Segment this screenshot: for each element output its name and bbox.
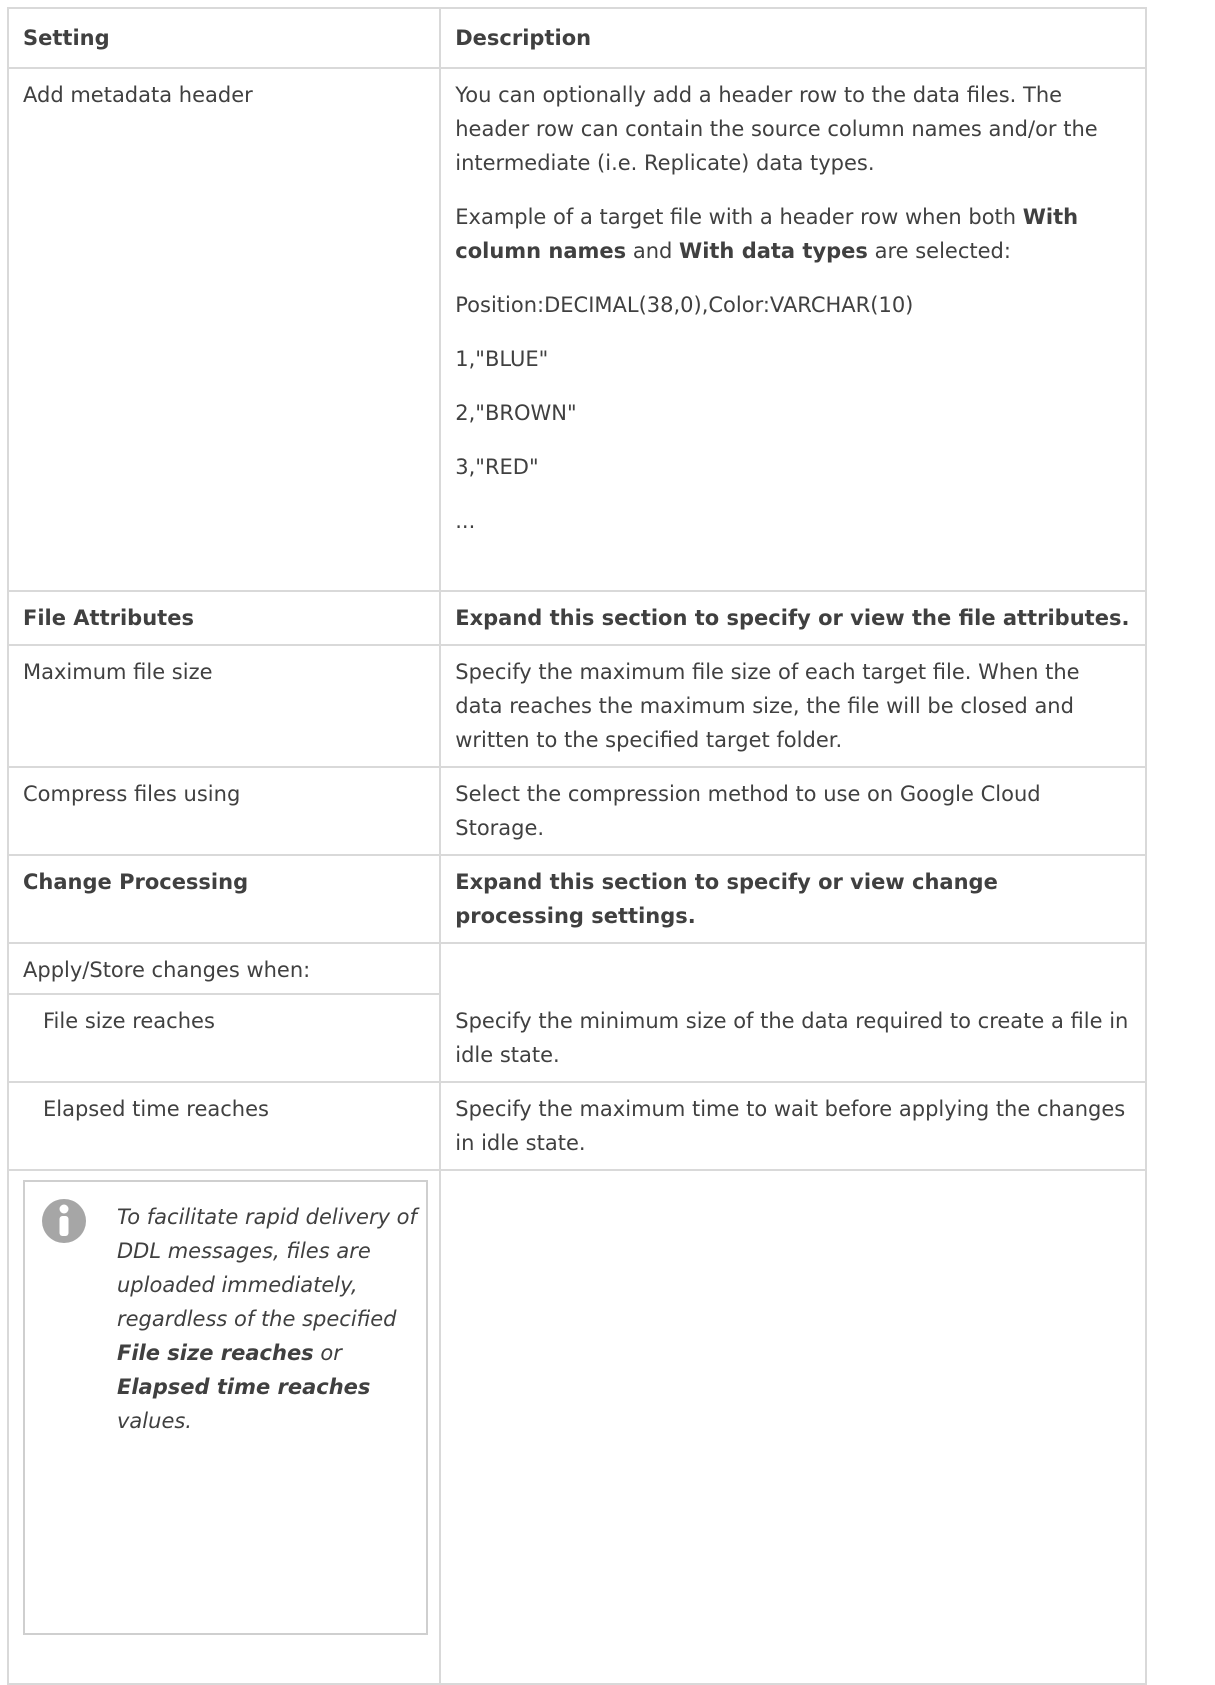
note-text-part: values. — [117, 1409, 192, 1433]
table-row-apply-store: Apply/Store changes when: — [6, 942, 1147, 995]
setting-description: Select the compression method to use on … — [439, 766, 1147, 856]
note-option-name: File size reaches — [117, 1341, 314, 1365]
note-text-part: To facilitate rapid delivery of DDL mess… — [117, 1205, 417, 1331]
note-text-part: or — [313, 1341, 342, 1365]
description-column-header: Description — [439, 7, 1147, 69]
section-description: Expand this section to specify or view c… — [439, 854, 1147, 944]
setting-description: Specify the minimum size of the data req… — [439, 994, 1147, 1083]
note-box: To facilitate rapid delivery of DDL mess… — [23, 1180, 428, 1635]
note-cell: To facilitate rapid delivery of DDL mess… — [6, 1169, 442, 1685]
setting-name: File size reaches — [6, 993, 442, 1083]
description-paragraph: Example of a target file with a header r… — [455, 200, 1131, 268]
note-text: To facilitate rapid delivery of DDL mess… — [117, 1200, 417, 1438]
setting-name: Maximum file size — [6, 644, 442, 768]
setting-name: Elapsed time reaches — [6, 1081, 442, 1171]
settings-table: Setting Description Add metadata header … — [6, 7, 1147, 1685]
info-icon — [42, 1199, 86, 1243]
table-row-note: To facilitate rapid delivery of DDL mess… — [6, 1169, 1147, 1685]
empty-description-cell — [439, 1169, 1147, 1685]
example-data-line: 2,"BROWN" — [455, 401, 577, 425]
description-text: Example of a target file with a header r… — [455, 205, 1023, 229]
section-title: File Attributes — [6, 590, 442, 646]
example-ellipsis: ... — [455, 509, 476, 533]
table-row-change-processing: Change Processing Expand this section to… — [6, 854, 1147, 944]
setting-description — [439, 942, 1147, 994]
description-text: are selected: — [867, 239, 1011, 263]
setting-name: Compress files using — [6, 766, 442, 856]
description-paragraph: You can optionally add a header row to t… — [455, 83, 1098, 175]
option-name: With data types — [679, 239, 868, 263]
table-header-row: Setting Description — [6, 7, 1147, 69]
section-title: Change Processing — [6, 854, 442, 944]
setting-description: You can optionally add a header row to t… — [439, 67, 1147, 592]
setting-name: Add metadata header — [6, 67, 442, 592]
description-text: and — [626, 239, 680, 263]
setting-name: Apply/Store changes when: — [6, 942, 442, 995]
note-option-name: Elapsed time reaches — [117, 1375, 371, 1399]
example-data-line: 3,"RED" — [455, 455, 539, 479]
table-row-elapsed-time-reaches: Elapsed time reaches Specify the maximum… — [6, 1081, 1147, 1171]
setting-description: Specify the maximum file size of each ta… — [439, 644, 1147, 768]
table-row-file-attributes: File Attributes Expand this section to s… — [6, 590, 1147, 646]
table-row-file-size-reaches: File size reaches Specify the minimum si… — [6, 993, 1147, 1083]
setting-description: Specify the maximum time to wait before … — [439, 1081, 1147, 1171]
example-data-line: 1,"BLUE" — [455, 347, 549, 371]
table-row-metadata-header: Add metadata header You can optionally a… — [6, 67, 1147, 592]
table-row-max-file-size: Maximum file size Specify the maximum fi… — [6, 644, 1147, 768]
table-row-compress-files: Compress files using Select the compress… — [6, 766, 1147, 856]
setting-column-header: Setting — [6, 7, 442, 69]
section-description: Expand this section to specify or view t… — [439, 590, 1147, 646]
example-header-line: Position:DECIMAL(38,0),Color:VARCHAR(10) — [455, 293, 914, 317]
